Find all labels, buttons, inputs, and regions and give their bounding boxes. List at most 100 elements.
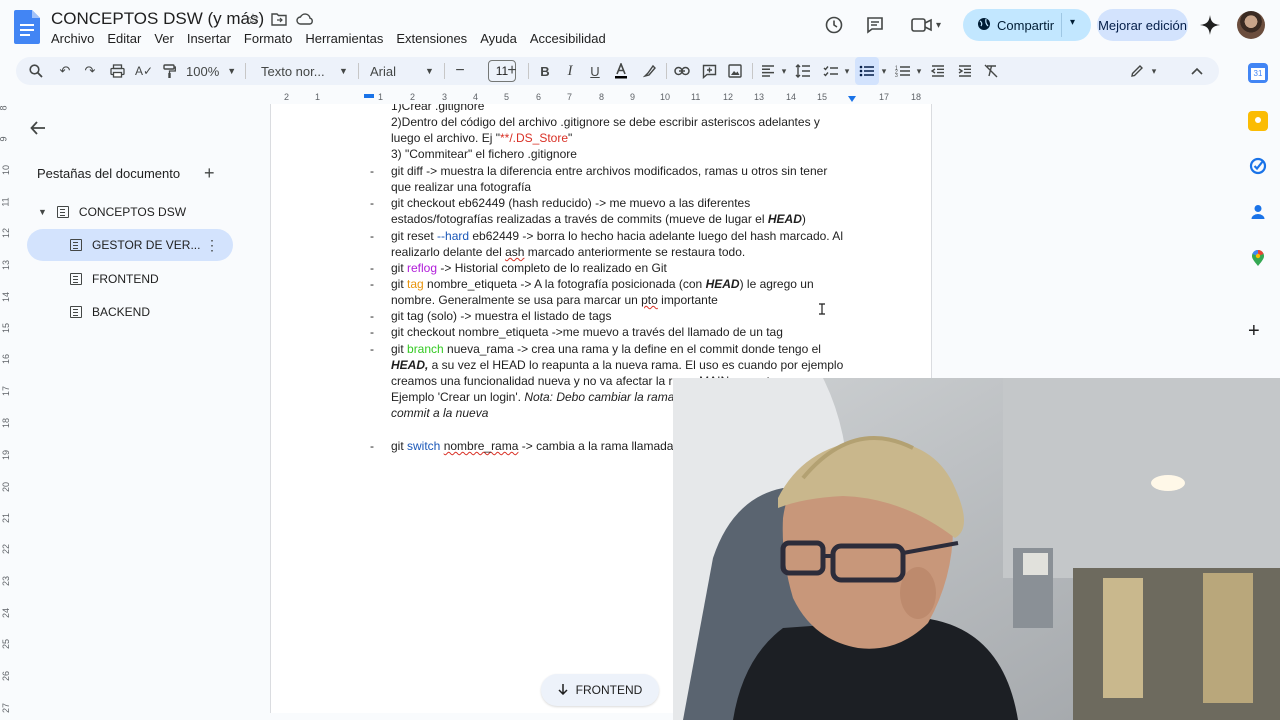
insert-image-icon[interactable] — [724, 57, 746, 85]
menu-herramientas[interactable]: Herramientas — [305, 30, 389, 46]
collapse-menus-icon[interactable] — [1186, 57, 1208, 85]
insert-link-icon[interactable] — [671, 57, 693, 85]
gemini-sparkle-icon[interactable] — [1198, 13, 1222, 37]
meet-caret-icon[interactable]: ▾ — [936, 20, 941, 31]
app-header: CONCEPTOS DSW (y más) ☆ Archivo Editar V… — [0, 0, 1280, 54]
tab-root[interactable]: ▼ CONCEPTOS DSW — [38, 196, 186, 228]
more-options-icon[interactable]: ⋮ — [205, 237, 219, 254]
tab-frontend[interactable]: FRONTEND — [70, 263, 159, 295]
docs-logo-icon[interactable] — [14, 10, 40, 44]
paragraph-style-select[interactable]: Texto nor... ▼ — [261, 57, 353, 85]
text-run: HEAD, — [391, 358, 429, 372]
print-icon[interactable] — [106, 57, 128, 85]
menu-editar[interactable]: Editar — [107, 30, 147, 46]
tasks-icon[interactable] — [1248, 156, 1268, 176]
document-title[interactable]: CONCEPTOS DSW (y más) — [51, 9, 264, 29]
share-caret-icon[interactable]: ▾ — [1070, 17, 1075, 28]
text-run: pto — [641, 293, 658, 307]
numbered-list-icon[interactable]: 123 — [892, 57, 914, 85]
add-comment-icon[interactable] — [698, 57, 720, 85]
spellcheck-icon[interactable]: A✓ — [133, 57, 155, 85]
collapse-caret-icon[interactable]: ▼ — [38, 207, 47, 217]
text-run: estados/fotografías realizadas a través … — [391, 212, 768, 226]
text-run: importante — [657, 293, 718, 307]
align-caret-icon[interactable]: ▾ — [779, 57, 789, 85]
contacts-icon[interactable] — [1248, 202, 1268, 222]
bullet-caret-icon[interactable]: ▾ — [879, 57, 889, 85]
search-menus-icon[interactable] — [24, 57, 48, 85]
star-icon[interactable]: ☆ — [244, 10, 262, 28]
checklist-icon[interactable] — [820, 57, 842, 85]
h-ruler-tick: 4 — [473, 92, 479, 102]
menu-insertar[interactable]: Insertar — [187, 30, 237, 46]
text-run: nueva_rama -> crea una rama y la define … — [443, 342, 821, 356]
text-run: -> cambia a la rama llamada — [518, 439, 674, 453]
share-button[interactable]: Compartir ▾ — [963, 9, 1091, 41]
cloud-status-icon[interactable] — [296, 10, 314, 28]
menu-extensiones[interactable]: Extensiones — [396, 30, 473, 46]
font-caret-icon: ▼ — [425, 66, 434, 76]
comments-icon[interactable] — [859, 9, 891, 41]
menu-ver[interactable]: Ver — [154, 30, 180, 46]
align-left-icon[interactable] — [757, 57, 779, 85]
h-ruler-tick: 14 — [786, 92, 797, 102]
add-addon-icon[interactable]: + — [1248, 320, 1260, 343]
tab-gestor[interactable]: GESTOR DE VER... ⋮ — [27, 229, 233, 261]
doc-line: HEAD, a su vez el HEAD lo reapunta a la … — [391, 357, 843, 373]
h-ruler-tick: 13 — [754, 92, 765, 102]
menu-ayuda[interactable]: Ayuda — [480, 30, 523, 46]
next-tab-chip[interactable]: FRONTEND — [541, 674, 659, 706]
meet-icon[interactable] — [906, 9, 938, 41]
undo-icon[interactable]: ↶ — [54, 57, 76, 85]
clear-formatting-icon[interactable] — [980, 57, 1002, 85]
italic-button[interactable]: I — [559, 57, 581, 85]
menu-accesibilidad[interactable]: Accesibilidad — [530, 30, 612, 46]
text-color-icon[interactable] — [610, 57, 632, 85]
back-arrow-icon[interactable] — [30, 120, 46, 141]
h-ruler-tick: 2 — [284, 92, 290, 102]
keep-icon[interactable] — [1248, 111, 1268, 131]
underline-button[interactable]: U — [584, 57, 606, 85]
h-ruler-tick: 7 — [567, 92, 573, 102]
account-avatar[interactable] — [1237, 11, 1265, 39]
right-indent-marker[interactable] — [848, 94, 856, 102]
highlight-color-icon[interactable] — [639, 57, 661, 85]
redo-icon[interactable]: ↷ — [79, 57, 101, 85]
doc-line: luego el archivo. Ej "**/.DS_Store" — [391, 130, 572, 146]
editing-mode-caret-icon[interactable]: ▾ — [1149, 57, 1159, 85]
checklist-caret-icon[interactable]: ▾ — [842, 57, 852, 85]
bold-button[interactable]: B — [534, 57, 556, 85]
share-label: Compartir — [997, 17, 1055, 33]
move-folder-icon[interactable] — [270, 10, 288, 28]
menu-archivo[interactable]: Archivo — [51, 30, 100, 46]
h-ruler-tick: 10 — [660, 92, 671, 102]
doc-line: commit a la nueva — [391, 406, 489, 420]
decrease-font-size-button[interactable]: − — [452, 57, 468, 85]
add-tab-icon[interactable]: + — [204, 163, 215, 184]
bulleted-list-icon[interactable] — [855, 57, 879, 85]
doc-line: estados/fotografías realizadas a través … — [391, 211, 806, 227]
text-run: eb62449 -> borra lo hecho hacia adelante… — [469, 229, 843, 243]
font-family-select[interactable]: Arial ▼ — [370, 57, 436, 85]
improve-edition-button[interactable]: Mejorar edición — [1097, 9, 1188, 41]
document-icon — [56, 206, 69, 218]
line-spacing-icon[interactable] — [792, 57, 814, 85]
decrease-indent-icon[interactable] — [927, 57, 949, 85]
menu-formato[interactable]: Formato — [244, 30, 298, 46]
text-run: ) le agrego un — [739, 277, 814, 291]
text-run: git — [391, 277, 408, 291]
editing-mode-icon[interactable] — [1126, 57, 1148, 85]
tab-backend[interactable]: BACKEND — [70, 296, 150, 328]
history-icon[interactable] — [818, 9, 850, 41]
increase-font-size-button[interactable]: + — [504, 57, 520, 85]
h-ruler-tick: 3 — [442, 92, 448, 102]
numbered-caret-icon[interactable]: ▾ — [914, 57, 924, 85]
paint-format-icon[interactable] — [158, 57, 180, 85]
maps-icon[interactable] — [1248, 248, 1268, 268]
left-indent-marker[interactable] — [364, 94, 374, 98]
text-run: realizarlo delante del — [391, 245, 506, 259]
zoom-select[interactable]: 100% ▼ — [186, 57, 236, 85]
h-ruler-tick: 1 — [378, 92, 384, 102]
increase-indent-icon[interactable] — [954, 57, 976, 85]
calendar-icon[interactable]: 31 — [1248, 63, 1268, 83]
